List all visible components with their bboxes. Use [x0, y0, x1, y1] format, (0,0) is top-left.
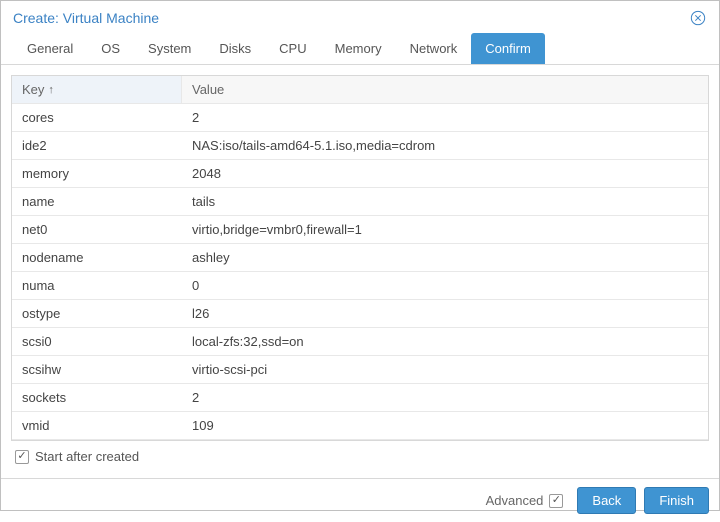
row-value: 0: [182, 272, 708, 299]
dialog-footer: Advanced Back Finish: [1, 478, 719, 522]
dialog-body: Key ↑ Value cores2ide2NAS:iso/tails-amd6…: [1, 65, 719, 478]
advanced-label: Advanced: [486, 493, 544, 508]
table-row[interactable]: numa0: [12, 272, 708, 300]
tab-network[interactable]: Network: [396, 33, 472, 64]
row-value: virtio-scsi-pci: [182, 356, 708, 383]
row-value: 2048: [182, 160, 708, 187]
advanced-toggle: Advanced: [486, 493, 564, 508]
tab-disks[interactable]: Disks: [205, 33, 265, 64]
table-row[interactable]: memory2048: [12, 160, 708, 188]
tab-os[interactable]: OS: [87, 33, 134, 64]
row-value: virtio,bridge=vmbr0,firewall=1: [182, 216, 708, 243]
row-value: NAS:iso/tails-amd64-5.1.iso,media=cdrom: [182, 132, 708, 159]
tab-memory[interactable]: Memory: [321, 33, 396, 64]
row-value: ashley: [182, 244, 708, 271]
row-key: numa: [12, 272, 182, 299]
table-row[interactable]: scsi0local-zfs:32,ssd=on: [12, 328, 708, 356]
table-row[interactable]: cores2: [12, 104, 708, 132]
column-header-value-label: Value: [192, 82, 224, 97]
back-button[interactable]: Back: [577, 487, 636, 514]
row-key: nodename: [12, 244, 182, 271]
grid-body: cores2ide2NAS:iso/tails-amd64-5.1.iso,me…: [12, 104, 708, 440]
row-key: scsihw: [12, 356, 182, 383]
row-value: 2: [182, 384, 708, 411]
table-row[interactable]: nametails: [12, 188, 708, 216]
column-header-key-label: Key: [22, 82, 44, 97]
row-key: vmid: [12, 412, 182, 439]
tab-confirm[interactable]: Confirm: [471, 33, 545, 64]
row-key: ide2: [12, 132, 182, 159]
row-key: sockets: [12, 384, 182, 411]
create-vm-dialog: Create: Virtual Machine GeneralOSSystemD…: [0, 0, 720, 511]
table-row[interactable]: vmid109: [12, 412, 708, 440]
row-key: scsi0: [12, 328, 182, 355]
column-header-key[interactable]: Key ↑: [12, 76, 182, 103]
row-key: ostype: [12, 300, 182, 327]
grid-header: Key ↑ Value: [12, 76, 708, 104]
start-after-label: Start after created: [35, 449, 139, 464]
row-key: cores: [12, 104, 182, 131]
row-value: 2: [182, 104, 708, 131]
finish-button[interactable]: Finish: [644, 487, 709, 514]
row-value: tails: [182, 188, 708, 215]
table-row[interactable]: net0virtio,bridge=vmbr0,firewall=1: [12, 216, 708, 244]
advanced-checkbox[interactable]: [549, 494, 563, 508]
row-key: name: [12, 188, 182, 215]
table-row[interactable]: ostypel26: [12, 300, 708, 328]
table-row[interactable]: sockets2: [12, 384, 708, 412]
table-row[interactable]: scsihwvirtio-scsi-pci: [12, 356, 708, 384]
tab-general[interactable]: General: [13, 33, 87, 64]
table-row[interactable]: ide2NAS:iso/tails-amd64-5.1.iso,media=cd…: [12, 132, 708, 160]
start-after-row: Start after created: [11, 441, 709, 468]
row-value: 109: [182, 412, 708, 439]
summary-grid: Key ↑ Value cores2ide2NAS:iso/tails-amd6…: [11, 75, 709, 441]
dialog-title: Create: Virtual Machine: [13, 10, 159, 26]
tab-cpu[interactable]: CPU: [265, 33, 320, 64]
row-value: local-zfs:32,ssd=on: [182, 328, 708, 355]
row-value: l26: [182, 300, 708, 327]
sort-asc-icon: ↑: [48, 84, 54, 96]
row-key: memory: [12, 160, 182, 187]
row-key: net0: [12, 216, 182, 243]
tab-system[interactable]: System: [134, 33, 205, 64]
column-header-value[interactable]: Value: [182, 76, 708, 103]
start-after-checkbox[interactable]: [15, 450, 29, 464]
close-icon: [690, 10, 706, 26]
wizard-tabs: GeneralOSSystemDisksCPUMemoryNetworkConf…: [1, 33, 719, 65]
table-row[interactable]: nodenameashley: [12, 244, 708, 272]
close-button[interactable]: [689, 9, 707, 27]
dialog-titlebar: Create: Virtual Machine: [1, 1, 719, 33]
